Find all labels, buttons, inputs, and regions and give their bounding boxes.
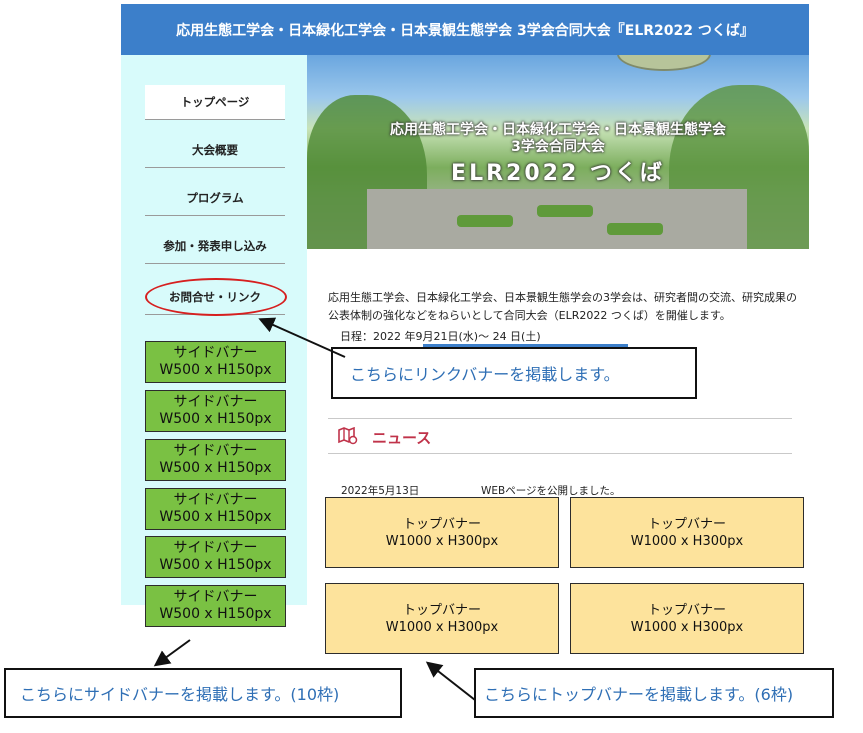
annotation-arrows xyxy=(153,317,476,701)
arrow-to-top-banner xyxy=(425,661,476,701)
arrow-to-side-banner xyxy=(153,639,191,667)
arrow-to-contact-link xyxy=(258,317,346,358)
